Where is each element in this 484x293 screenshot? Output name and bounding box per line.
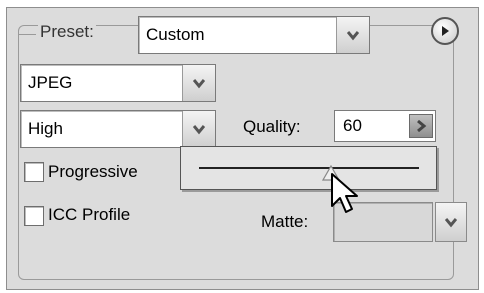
- quality-slider-button[interactable]: [409, 114, 433, 138]
- icc-profile-checkbox[interactable]: [24, 206, 44, 226]
- chevron-down-icon: [193, 125, 205, 135]
- quality-level-value: High: [28, 119, 63, 138]
- format-dropdown-button[interactable]: [182, 65, 215, 101]
- quality-slider-popup: [180, 146, 437, 190]
- preset-dropdown-button[interactable]: [336, 17, 369, 53]
- quality-label: Quality:: [243, 117, 301, 136]
- play-circle-icon: [442, 26, 449, 36]
- panel-menu-button[interactable]: [431, 17, 459, 45]
- quality-input[interactable]: 60: [334, 110, 436, 142]
- frame-divider: [18, 34, 36, 35]
- matte-swatch[interactable]: [333, 202, 433, 242]
- preset-value: Custom: [146, 25, 205, 44]
- format-value: JPEG: [28, 73, 73, 92]
- quality-slider-track[interactable]: [199, 167, 419, 169]
- triangle-thumb-icon[interactable]: [322, 165, 340, 181]
- matte-label: Matte:: [261, 212, 309, 231]
- preset-select[interactable]: Custom: [138, 16, 370, 54]
- progressive-label: Progressive: [48, 162, 138, 181]
- chevron-down-icon: [445, 218, 457, 228]
- progressive-checkbox[interactable]: [24, 162, 44, 182]
- matte-dropdown-button[interactable]: [435, 202, 467, 242]
- quality-value: 60: [343, 116, 362, 135]
- chevron-down-icon: [347, 31, 359, 41]
- quality-level-dropdown-button[interactable]: [182, 111, 215, 147]
- chevron-down-icon: [193, 79, 205, 89]
- quality-level-select[interactable]: High: [20, 110, 216, 148]
- chevron-right-icon: [417, 120, 427, 132]
- format-select[interactable]: JPEG: [20, 64, 216, 102]
- preset-label: Preset:: [38, 22, 96, 42]
- icc-profile-label: ICC Profile: [48, 205, 131, 224]
